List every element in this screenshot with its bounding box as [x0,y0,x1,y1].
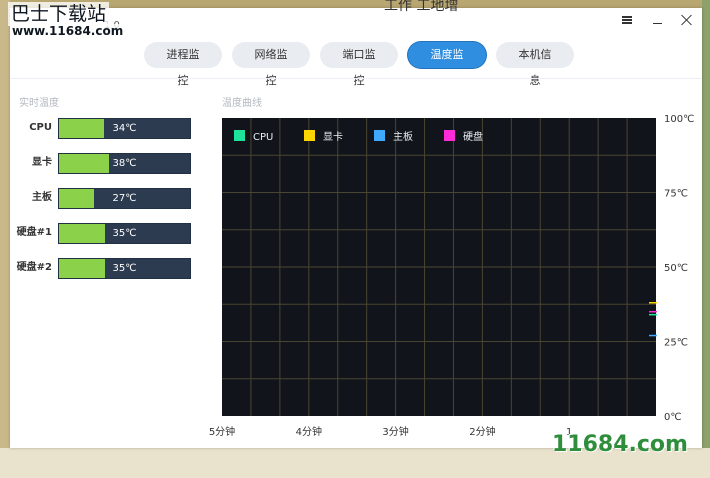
chart-legend-label: 主板 [393,130,413,143]
chart-legend-label: CPU [253,132,273,143]
background-heading: 工作 工地增 [384,0,459,14]
site-url: www.11684.com [10,24,126,38]
chart-x-tick-label: 4分钟 [296,425,322,438]
site-watermark: 11684.com [552,432,688,457]
chart-y-tick-label: 25℃ [664,338,688,349]
background-strip-left [0,0,10,478]
chart-legend-label: 显卡 [323,130,343,143]
chart-y-tick-label: 100℃ [664,114,694,125]
chart-y-tick-label: 50℃ [664,263,688,274]
chart-x-tick-label: 3分钟 [382,425,408,438]
chart-x-tick-label: 5分钟 [209,425,235,438]
chart-legend-swatch [304,130,315,141]
chart-x-tick-label: 2分钟 [469,425,495,438]
chart-y-tick-label: 75℃ [664,189,688,200]
temperature-curve-chart: 100℃75℃50℃25℃0℃5分钟 4分钟 3分钟 2分钟 1CPU 显卡 主板 硬盘 [209,114,695,438]
chart-legend-swatch [234,130,245,141]
chart-y-tick-label: 0℃ [664,412,682,423]
chart-legend-swatch [444,130,455,141]
background-strip-right [702,0,710,478]
site-title: 巴士下载站 [8,2,110,26]
temperature-monitor-window: 1.0 进程监控 网络监控 端口监控 温度监控 本机信息 实时温度 CPU 34… [10,8,702,448]
chart-legend-swatch [374,130,385,141]
chart-legend-label: 硬盘 [463,130,483,143]
